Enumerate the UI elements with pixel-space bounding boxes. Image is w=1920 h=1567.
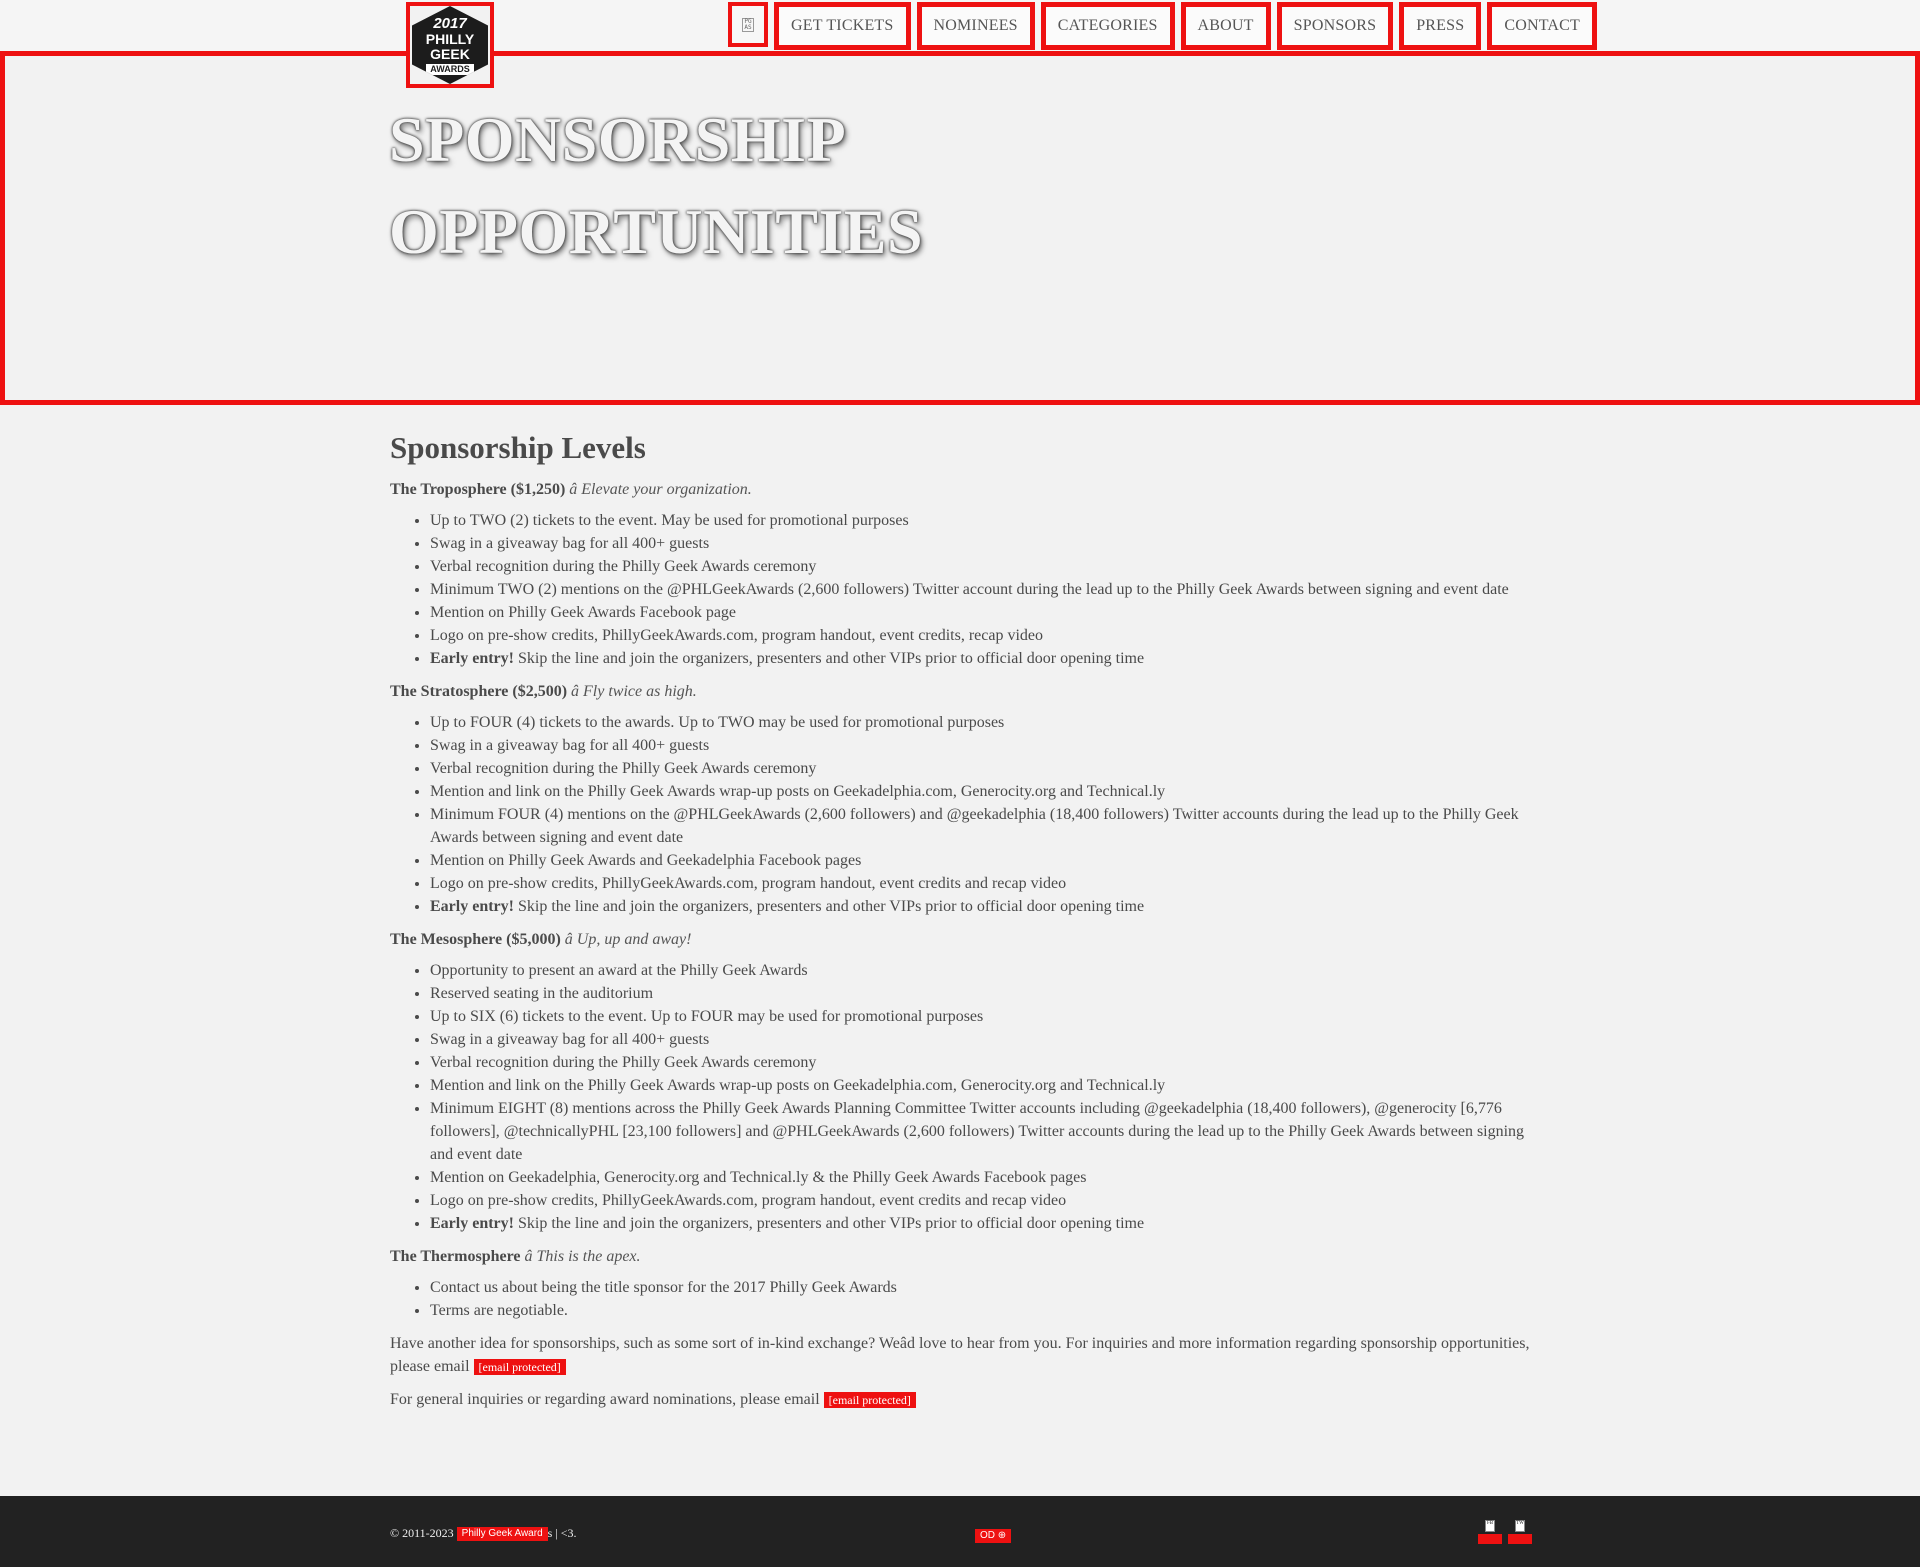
broken-image-icon[interactable]: PG AS bbox=[728, 2, 768, 47]
list-item: Swag in a giveaway bag for all 400+ gues… bbox=[430, 734, 1530, 757]
list-item: Up to SIX (6) tickets to the event. Up t… bbox=[430, 1005, 1530, 1028]
perk-list: Contact us about being the title sponsor… bbox=[390, 1276, 1530, 1322]
early-entry-text: Skip the line and join the organizers, p… bbox=[513, 650, 1145, 667]
nav-press[interactable]: PRESS bbox=[1399, 2, 1482, 50]
tier-troposphere: The Troposphere ($1,250) â Elevate your … bbox=[390, 478, 1530, 501]
nav-contact[interactable]: CONTACT bbox=[1487, 2, 1598, 50]
list-item: Reserved seating in the auditorium bbox=[430, 982, 1530, 1005]
copyright-prefix: © 2011-2023 bbox=[390, 1526, 457, 1540]
tier-stratosphere: The Stratosphere ($2,500) â Fly twice as… bbox=[390, 680, 1530, 703]
early-entry-text: Skip the line and join the organizers, p… bbox=[513, 1215, 1145, 1232]
copyright: © 2011-2023 Philly Geek Award s | <3. bbox=[390, 1526, 577, 1542]
twitter-marker bbox=[1508, 1534, 1532, 1544]
general-text: For general inquiries or regarding award… bbox=[390, 1391, 824, 1408]
facebook-glyph: FB bbox=[1485, 1520, 1495, 1532]
list-item: Up to TWO (2) tickets to the event. May … bbox=[430, 509, 1530, 532]
copyright-suffix: s | <3. bbox=[547, 1526, 577, 1540]
footer-center: OD ⊕ bbox=[975, 1527, 1012, 1545]
hero-banner: SPONSORSHIP OPPORTUNITIES bbox=[0, 51, 1920, 405]
inkind-paragraph: Have another idea for sponsorships, such… bbox=[390, 1332, 1530, 1378]
nav-get-tickets[interactable]: GET TICKETS bbox=[774, 2, 911, 50]
section-heading: Sponsorship Levels bbox=[390, 430, 646, 465]
general-inquiry-paragraph: For general inquiries or regarding award… bbox=[390, 1388, 1530, 1411]
early-entry-label: Early entry! bbox=[430, 650, 514, 667]
tier-tagline: â Up, up and away! bbox=[564, 931, 692, 948]
list-item: Minimum FOUR (4) mentions on the @PHLGee… bbox=[430, 803, 1530, 849]
facebook-marker bbox=[1478, 1534, 1502, 1544]
sponsorship-email-link[interactable]: [email protected] bbox=[473, 1359, 566, 1376]
list-item: Opportunity to present an award at the P… bbox=[430, 959, 1530, 982]
social-icons: FB TW bbox=[1478, 1520, 1532, 1544]
perk-list: Up to FOUR (4) tickets to the awards. Up… bbox=[390, 711, 1530, 918]
list-item: Minimum TWO (2) mentions on the @PHLGeek… bbox=[430, 578, 1530, 601]
list-item: Early entry! Skip the line and join the … bbox=[430, 895, 1530, 918]
list-item: Logo on pre-show credits, PhillyGeekAwar… bbox=[430, 872, 1530, 895]
list-item: Mention and link on the Philly Geek Awar… bbox=[430, 780, 1530, 803]
main-content: Sponsorship Levels The Troposphere ($1,2… bbox=[390, 430, 1530, 1421]
list-item: Logo on pre-show credits, PhillyGeekAwar… bbox=[430, 1189, 1530, 1212]
logo-name-line2: GEEK bbox=[430, 45, 470, 62]
hero-title-line2: OPPORTUNITIES bbox=[389, 196, 924, 267]
list-item: Early entry! Skip the line and join the … bbox=[430, 647, 1530, 670]
early-entry-label: Early entry! bbox=[430, 1215, 514, 1232]
tier-name: The Thermosphere bbox=[390, 1248, 521, 1265]
list-item: Verbal recognition during the Philly Gee… bbox=[430, 1051, 1530, 1074]
early-entry-text: Skip the line and join the organizers, p… bbox=[513, 898, 1145, 915]
list-item: Minimum EIGHT (8) mentions across the Ph… bbox=[430, 1097, 1530, 1166]
org-link[interactable]: Philly Geek Award bbox=[456, 1527, 548, 1542]
logo-name-line3: AWARDS bbox=[426, 63, 474, 75]
list-item: Swag in a giveaway bag for all 400+ gues… bbox=[430, 532, 1530, 555]
nav-categories[interactable]: CATEGORIES bbox=[1040, 2, 1175, 50]
list-item: Logo on pre-show credits, PhillyGeekAwar… bbox=[430, 624, 1530, 647]
hero-title-line1: SPONSORSHIP bbox=[389, 104, 847, 175]
nav-icon-glyph: PG AS bbox=[742, 17, 754, 32]
site-logo[interactable]: 2017 PHILLY GEEK AWARDS bbox=[406, 2, 494, 88]
list-item: Mention on Geekadelphia, Generocity.org … bbox=[430, 1166, 1530, 1189]
tier-name: The Stratosphere ($2,500) bbox=[390, 683, 568, 700]
twitter-icon[interactable]: TW bbox=[1508, 1520, 1532, 1544]
nav-nominees[interactable]: NOMINEES bbox=[916, 2, 1035, 50]
perk-list: Up to TWO (2) tickets to the event. May … bbox=[390, 509, 1530, 670]
list-item: Mention and link on the Philly Geek Awar… bbox=[430, 1074, 1530, 1097]
perk-list: Opportunity to present an award at the P… bbox=[390, 959, 1530, 1235]
twitter-glyph: TW bbox=[1515, 1520, 1525, 1532]
hero-title: SPONSORSHIP OPPORTUNITIES bbox=[389, 94, 923, 278]
nav-about[interactable]: ABOUT bbox=[1180, 2, 1271, 50]
footer-center-link[interactable]: OD ⊕ bbox=[975, 1529, 1012, 1544]
list-item: Verbal recognition during the Philly Gee… bbox=[430, 757, 1530, 780]
logo-badge: 2017 PHILLY GEEK AWARDS bbox=[412, 6, 488, 84]
site-footer: © 2011-2023 Philly Geek Award s | <3. OD … bbox=[0, 1496, 1920, 1567]
nav-sponsors[interactable]: SPONSORS bbox=[1276, 2, 1394, 50]
tier-tagline: â This is the apex. bbox=[524, 1248, 641, 1265]
early-entry-label: Early entry! bbox=[430, 898, 514, 915]
tier-mesosphere: The Mesosphere ($5,000) â Up, up and awa… bbox=[390, 928, 1530, 951]
list-item: Terms are negotiable. bbox=[430, 1299, 1530, 1322]
general-email-link[interactable]: [email protected] bbox=[823, 1392, 916, 1409]
list-item: Contact us about being the title sponsor… bbox=[430, 1276, 1530, 1299]
tier-name: The Mesosphere ($5,000) bbox=[390, 931, 561, 948]
tier-name: The Troposphere ($1,250) bbox=[390, 481, 566, 498]
list-item: Mention on Philly Geek Awards and Geekad… bbox=[430, 849, 1530, 872]
tier-thermosphere: The Thermosphere â This is the apex. bbox=[390, 1245, 1530, 1268]
logo-year: 2017 bbox=[433, 14, 467, 32]
tier-tagline: â Elevate your organization. bbox=[569, 481, 752, 498]
facebook-icon[interactable]: FB bbox=[1478, 1520, 1502, 1544]
list-item: Mention on Philly Geek Awards Facebook p… bbox=[430, 601, 1530, 624]
logo-name-line1: PHILLY bbox=[425, 30, 475, 47]
list-item: Early entry! Skip the line and join the … bbox=[430, 1212, 1530, 1235]
list-item: Verbal recognition during the Philly Gee… bbox=[430, 555, 1530, 578]
list-item: Up to FOUR (4) tickets to the awards. Up… bbox=[430, 711, 1530, 734]
list-item: Swag in a giveaway bag for all 400+ gues… bbox=[430, 1028, 1530, 1051]
tier-tagline: â Fly twice as high. bbox=[571, 683, 697, 700]
main-nav: PG AS GET TICKETS NOMINEES CATEGORIES AB… bbox=[728, 2, 1598, 50]
